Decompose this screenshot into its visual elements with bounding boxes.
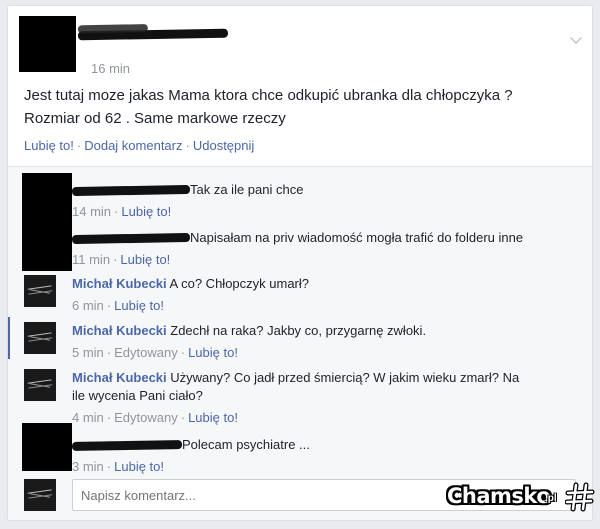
post-timestamp[interactable]: 16 min xyxy=(91,61,130,76)
separator: · xyxy=(180,410,186,425)
edited-label[interactable]: Edytowany xyxy=(114,410,178,425)
comment-like-link[interactable]: Lubię to! xyxy=(114,298,164,313)
comment-author-redacted[interactable] xyxy=(71,440,183,452)
comment-text: Polecam psychiatre ... xyxy=(182,437,310,452)
separator: · xyxy=(180,345,186,360)
commenter-avatar-redacted[interactable] xyxy=(22,213,72,271)
comment-meta: 5 min · Edytowany · Lubię to! xyxy=(72,344,572,362)
post-text-line: Rozmiar od 62 . Same markowe rzeczy xyxy=(24,110,286,127)
comment-author-redacted[interactable] xyxy=(71,233,191,245)
comment-like-link[interactable]: Lubię to! xyxy=(121,204,171,219)
edited-label[interactable]: Edytowany xyxy=(114,345,178,360)
comment-text: Używany? Co jadł przed śmiercią? W jakim… xyxy=(170,370,520,385)
separator: · xyxy=(114,204,119,219)
watermark-text: Chamsko xyxy=(447,484,551,508)
separator: · xyxy=(113,252,118,267)
active-comment-marker xyxy=(8,317,10,359)
comment-time[interactable]: 3 min xyxy=(72,459,104,474)
comment-meta: 6 min · Lubię to! xyxy=(72,297,572,315)
comment-time[interactable]: 4 min xyxy=(72,410,104,425)
comment-time[interactable]: 11 min xyxy=(72,252,110,267)
comment-meta: 14 min · Lubię to! xyxy=(72,203,572,221)
post-header: 16 min xyxy=(18,16,582,76)
separator: · xyxy=(106,345,112,360)
separator: · xyxy=(106,459,112,474)
commenter-avatar[interactable] xyxy=(24,322,56,354)
comment-meta: 11 min · Lubię to! xyxy=(72,251,572,269)
separator: · xyxy=(185,138,190,153)
comment-text: ile wycenia Pani ciało? xyxy=(72,388,203,403)
chevron-down-icon[interactable] xyxy=(570,32,582,44)
commenter-avatar[interactable] xyxy=(24,275,56,307)
comment-time[interactable]: 5 min xyxy=(72,345,104,360)
add-comment-link[interactable]: Dodaj komentarz xyxy=(84,138,182,153)
comment-like-link[interactable]: Lubię to! xyxy=(188,410,238,425)
comment-author[interactable]: Michał Kubecki xyxy=(72,276,167,291)
comment-time[interactable]: 6 min xyxy=(72,298,104,313)
share-link[interactable]: Udostępnij xyxy=(193,138,254,153)
comment-text: Tak za ile pani chce xyxy=(190,182,304,197)
hash-icon xyxy=(565,482,595,512)
current-user-avatar xyxy=(24,479,56,511)
commenter-avatar[interactable] xyxy=(24,369,56,401)
comment-meta: 3 min · Lubię to! xyxy=(72,458,572,476)
post-text-line: Jest tutaj moze jakas Mama ktora chce od… xyxy=(24,87,513,104)
commenter-avatar-redacted[interactable] xyxy=(22,173,72,215)
comment-time[interactable]: 14 min xyxy=(72,204,111,219)
like-link[interactable]: Lubię to! xyxy=(24,138,74,153)
comment-like-link[interactable]: Lubię to! xyxy=(120,252,170,267)
separator: · xyxy=(106,298,112,313)
post-text: Jest tutaj moze jakas Mama ktora chce od… xyxy=(24,84,584,130)
author-avatar[interactable] xyxy=(19,16,76,72)
commenter-avatar-redacted[interactable] xyxy=(22,423,72,471)
watermark-logo: Chamsko .pl xyxy=(447,482,597,512)
comment-meta: 4 min · Edytowany · Lubię to! xyxy=(72,409,572,427)
comment-text: A co? Chłopczyk umarł? xyxy=(169,276,309,291)
comment-text: Zdechł na raka? Jakby co, przygarnę zwło… xyxy=(170,323,427,338)
comment-like-link[interactable]: Lubię to! xyxy=(188,345,238,360)
post-actions: Lubię to! · Dodaj komentarz · Udostępnij xyxy=(24,138,254,153)
post-card: 16 min Jest tutaj moze jakas Mama ktora … xyxy=(7,5,593,521)
comment-text: Napisałam na priv wiadomość mogła trafić… xyxy=(190,230,524,245)
comments-section: Tak za ile pani chce 14 min · Lubię to! Na… xyxy=(8,166,592,520)
separator: · xyxy=(76,138,82,153)
comment-like-link[interactable]: Lubię to! xyxy=(114,459,164,474)
comment-author[interactable]: Michał Kubecki xyxy=(72,323,167,338)
comment-author[interactable]: Michał Kubecki xyxy=(72,370,167,385)
author-name-redacted[interactable] xyxy=(77,28,229,41)
comment-author-redacted[interactable] xyxy=(71,185,191,197)
watermark-tld: .pl xyxy=(545,493,557,504)
separator: · xyxy=(106,410,112,425)
